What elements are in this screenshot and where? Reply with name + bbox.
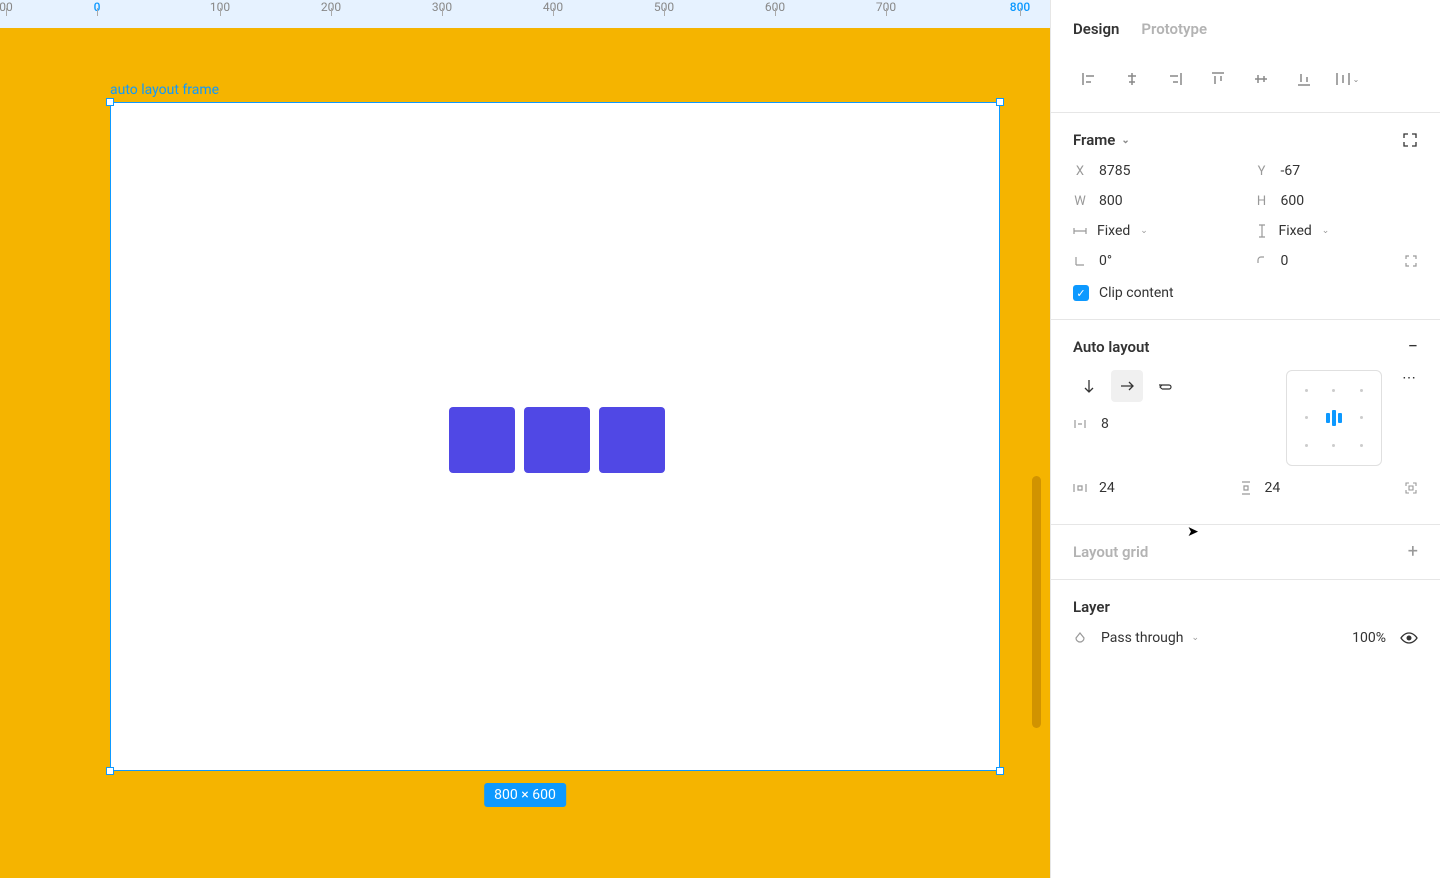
- resize-handle-tl[interactable]: [106, 98, 114, 106]
- align-right-button[interactable]: [1157, 64, 1193, 94]
- vertical-resize-icon: [1255, 224, 1269, 238]
- direction-horizontal-button[interactable]: [1111, 370, 1143, 402]
- autolayout-title: Auto layout: [1073, 338, 1149, 356]
- gap-icon: [1073, 417, 1087, 431]
- tab-design[interactable]: Design: [1073, 20, 1119, 38]
- width[interactable]: W800: [1073, 193, 1237, 209]
- corner-radius-icon: [1255, 254, 1269, 268]
- ruler-tick: 300: [442, 0, 462, 14]
- y-position[interactable]: Y-67: [1255, 163, 1419, 179]
- ruler-tick: 600: [775, 0, 795, 14]
- ruler-horizontal: 000100200300400500600700800: [0, 0, 1050, 28]
- direction-vertical-button[interactable]: [1073, 370, 1105, 402]
- chevron-down-icon: ⌄: [1140, 226, 1148, 236]
- rectangle-2[interactable]: [524, 407, 590, 473]
- alignment-center-center[interactable]: [1320, 404, 1347, 431]
- blend-mode-value: Pass through: [1101, 630, 1183, 646]
- clip-content-label: Clip content: [1099, 285, 1174, 301]
- align-top-button[interactable]: [1200, 64, 1236, 94]
- layer-title: Layer: [1073, 598, 1110, 616]
- checkbox-checked-icon: ✓: [1073, 285, 1089, 301]
- frame-title-label: Frame: [1073, 131, 1115, 149]
- align-v-center-button[interactable]: [1243, 64, 1279, 94]
- align-left-button[interactable]: [1071, 64, 1107, 94]
- canvas-scrollbar-vertical[interactable]: [1032, 476, 1041, 728]
- ruler-tick: 200: [331, 0, 351, 14]
- rectangle-1[interactable]: [449, 407, 515, 473]
- direction-wrap-button[interactable]: [1149, 370, 1181, 402]
- selection-size-badge: 800 × 600: [484, 783, 566, 807]
- vertical-padding-icon: [1239, 481, 1253, 495]
- blend-mode-icon: [1073, 631, 1087, 645]
- ruler-tick: 0: [97, 0, 104, 14]
- chevron-down-icon: ⌄: [1191, 633, 1199, 643]
- chevron-down-icon: ⌄: [1121, 135, 1129, 146]
- horizontal-padding[interactable]: 24: [1073, 480, 1225, 496]
- layer-section: Layer Pass through ⌄ 100%: [1051, 580, 1440, 664]
- rectangle-3[interactable]: [599, 407, 665, 473]
- panel-tabs: Design Prototype: [1051, 0, 1440, 54]
- resize-to-fit-button[interactable]: [1402, 132, 1418, 148]
- angle-icon: [1073, 254, 1087, 268]
- remove-autolayout-button[interactable]: −: [1408, 338, 1418, 356]
- clip-content-checkbox[interactable]: ✓ Clip content: [1073, 285, 1418, 301]
- autolayout-section: Auto layout − 8: [1051, 320, 1440, 525]
- height[interactable]: H600: [1255, 193, 1419, 209]
- horizontal-resize-icon: [1073, 224, 1087, 238]
- align-bottom-button[interactable]: [1286, 64, 1322, 94]
- tab-prototype[interactable]: Prototype: [1141, 20, 1207, 38]
- x-position[interactable]: X8785: [1073, 163, 1237, 179]
- resize-handle-tr[interactable]: [996, 98, 1004, 106]
- layout-grid-title: Layout grid: [1073, 543, 1148, 561]
- rotation[interactable]: 0°: [1073, 253, 1237, 269]
- corner-radius[interactable]: 0: [1255, 253, 1419, 269]
- ruler-tick: 800: [1020, 0, 1040, 14]
- vertical-padding[interactable]: 24: [1239, 480, 1391, 496]
- distribute-button[interactable]: ⌄: [1329, 64, 1365, 94]
- alignment-box[interactable]: [1286, 370, 1382, 466]
- selected-frame[interactable]: [110, 102, 1000, 771]
- horizontal-resizing[interactable]: Fixed⌄: [1073, 223, 1237, 239]
- align-h-center-button[interactable]: [1114, 64, 1150, 94]
- frame-section: Frame ⌄ X8785 Y-67 W800 H600 Fixed⌄ Fixe…: [1051, 113, 1440, 320]
- frame-children: [449, 407, 665, 473]
- properties-panel: Design Prototype ⌄ Frame ⌄ X8785 Y-67 W8…: [1050, 0, 1440, 878]
- alignment-controls: ⌄: [1051, 54, 1440, 113]
- vertical-resizing[interactable]: Fixed⌄: [1255, 223, 1419, 239]
- autolayout-advanced-button[interactable]: ⋯: [1402, 370, 1418, 466]
- independent-corners-button[interactable]: [1404, 254, 1418, 268]
- chevron-down-icon: ⌄: [1322, 226, 1330, 236]
- canvas[interactable]: 000100200300400500600700800 auto layout …: [0, 0, 1050, 878]
- ruler-tick: 700: [886, 0, 906, 14]
- resize-handle-br[interactable]: [996, 767, 1004, 775]
- visibility-toggle[interactable]: [1400, 632, 1418, 644]
- ruler-tick: 00: [6, 0, 20, 14]
- frame-label[interactable]: auto layout frame: [110, 82, 219, 98]
- independent-padding-button[interactable]: [1404, 481, 1418, 495]
- blend-mode-select[interactable]: Pass through ⌄: [1101, 630, 1338, 646]
- gap-between-items[interactable]: 8: [1073, 416, 1266, 432]
- ruler-tick: 100: [220, 0, 240, 14]
- ruler-tick: 400: [553, 0, 573, 14]
- frame-section-title[interactable]: Frame ⌄: [1073, 131, 1130, 149]
- opacity-value[interactable]: 100%: [1352, 630, 1386, 646]
- resize-handle-bl[interactable]: [106, 767, 114, 775]
- horizontal-padding-icon: [1073, 481, 1087, 495]
- layout-grid-section: Layout grid +: [1051, 525, 1440, 580]
- ruler-tick: 500: [664, 0, 684, 14]
- add-layout-grid-button[interactable]: +: [1408, 543, 1418, 561]
